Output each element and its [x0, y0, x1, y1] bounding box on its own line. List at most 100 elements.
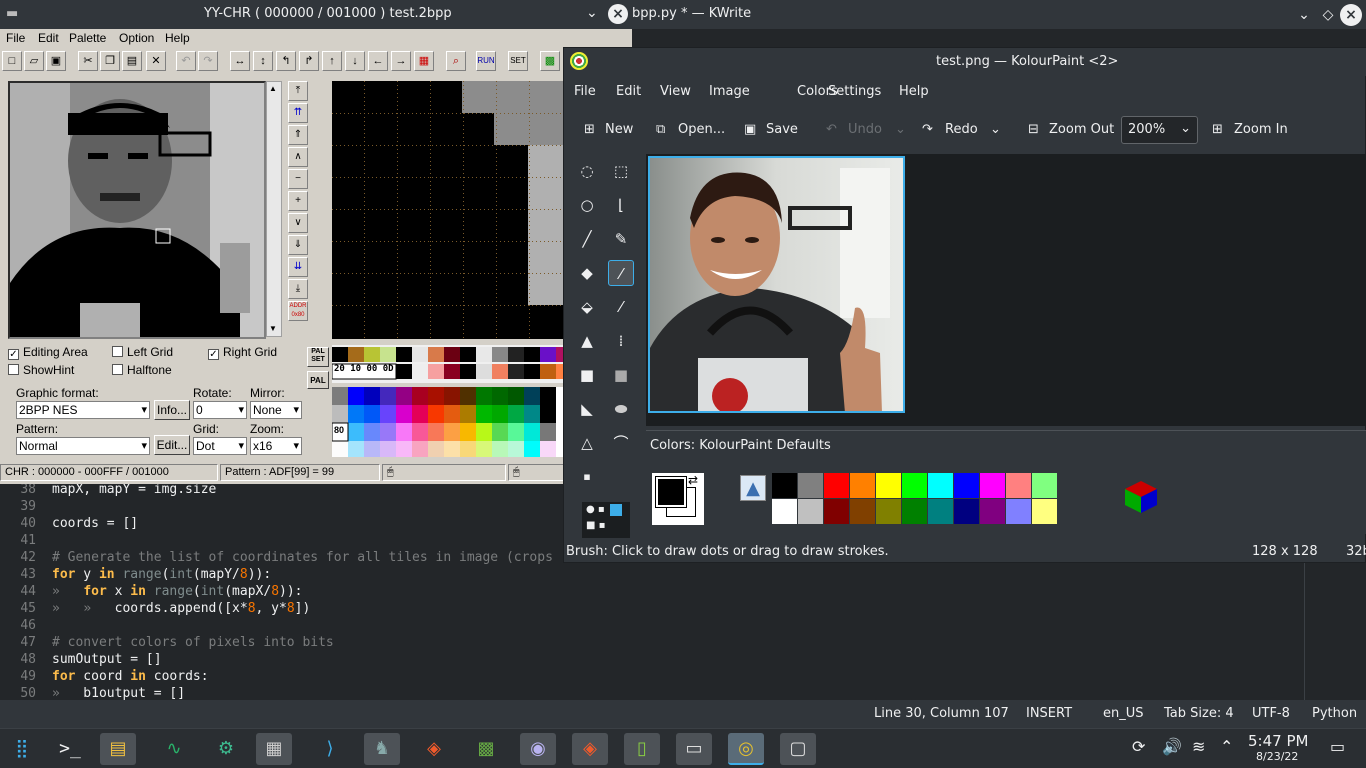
open-icon[interactable]: ⧉	[656, 122, 665, 137]
ellipse-icon[interactable]: ⬬	[608, 396, 634, 422]
color-box[interactable]: ⇄	[652, 473, 704, 525]
halftone-checkbox[interactable]: Halftone	[112, 363, 172, 377]
expand-tray-icon[interactable]: ⌃	[1220, 737, 1233, 756]
undo-icon[interactable]: ↶	[176, 51, 196, 71]
rotate-left-icon[interactable]: ↰	[276, 51, 296, 71]
system-monitor-icon[interactable]: ∿	[156, 733, 192, 765]
wifi-icon[interactable]: ≋	[1192, 737, 1205, 756]
line-down-icon[interactable]: ∨	[288, 213, 308, 233]
flip-horizontal-icon[interactable]: ↔	[230, 51, 250, 71]
mirror-select[interactable]: None	[250, 401, 302, 419]
clock-time[interactable]: 5:47 PM	[1248, 732, 1308, 750]
app-launcher-icon[interactable]: ⣿	[4, 733, 40, 765]
connected-lines-icon[interactable]: △	[574, 430, 600, 456]
new-button[interactable]: New	[605, 122, 633, 137]
page-up-fast-icon[interactable]: ⇈	[288, 103, 308, 123]
brush-shape-options[interactable]: ● ▪ ■ ▪	[582, 502, 630, 538]
maximize-icon[interactable]: ◇	[1318, 5, 1338, 25]
flip-vertical-icon[interactable]: ↕	[253, 51, 273, 71]
palette-color-cell[interactable]	[876, 473, 901, 498]
minecraft-icon[interactable]: ▩	[468, 733, 504, 765]
code-line[interactable]: 45 » » coords.append([x*8, y*8])	[0, 601, 1300, 618]
flood-fill-icon[interactable]: ⬙	[574, 294, 600, 320]
palette-color-cell[interactable]	[798, 499, 823, 524]
new-file-icon[interactable]: □	[2, 51, 22, 71]
zoom-in-button[interactable]: Zoom In	[1234, 122, 1288, 137]
menu-edit[interactable]: Edit	[38, 31, 59, 45]
package-manager-icon[interactable]: ▦	[256, 733, 292, 765]
palette-color-cell[interactable]	[954, 473, 979, 498]
brush-icon[interactable]: ⁄	[608, 260, 634, 286]
editing-area-checkbox[interactable]: ✓ Editing Area	[8, 345, 88, 360]
code-line[interactable]: 43 for y in range(int(mapY/8)):	[0, 567, 1300, 584]
first-page-icon[interactable]: ⤒	[288, 81, 308, 101]
minus-icon[interactable]: −	[288, 169, 308, 189]
last-page-icon[interactable]: ⤓	[288, 279, 308, 299]
page-down-icon[interactable]: ⇓	[288, 235, 308, 255]
cursor-position[interactable]: Line 30, Column 107	[874, 706, 1009, 721]
cut-icon[interactable]: ✂	[78, 51, 98, 71]
zoom-out-icon[interactable]: ⊟	[1028, 122, 1039, 137]
code-line[interactable]: 46	[0, 618, 1300, 635]
graphic-format-select[interactable]: 2BPP NES	[16, 401, 150, 419]
palette-color-cell[interactable]	[824, 473, 849, 498]
palette-color-cell[interactable]	[980, 499, 1005, 524]
zoom-combobox[interactable]: 200% ⌄	[1121, 116, 1198, 144]
app-icon[interactable]: ♞	[364, 733, 400, 765]
palette-color-cell[interactable]	[902, 499, 927, 524]
palette-color-cell[interactable]	[1006, 473, 1031, 498]
image-canvas[interactable]	[648, 156, 905, 413]
pal-colors[interactable]: 20 10 00 0D	[331, 345, 564, 383]
menu-file[interactable]: File	[574, 84, 596, 99]
ellipse-select-icon[interactable]: ○	[574, 192, 600, 218]
brave-browser-icon-2[interactable]: ◈	[572, 733, 608, 765]
palette-color-cell[interactable]	[1032, 473, 1057, 498]
palette-color-cell[interactable]	[850, 499, 875, 524]
minimize-icon[interactable]: ⌄	[586, 5, 598, 21]
redo-button[interactable]: Redo	[945, 122, 978, 137]
bookmark-set-icon[interactable]: SET	[508, 51, 528, 71]
palette-color-cell[interactable]	[850, 473, 875, 498]
color-replace-icon[interactable]: ▦	[414, 51, 434, 71]
vscode-icon[interactable]: ⟩	[312, 733, 348, 765]
github-desktop-icon[interactable]: ◉	[520, 733, 556, 765]
clock-date[interactable]: 8/23/22	[1256, 750, 1298, 763]
edit-pattern-button[interactable]: Edit...	[154, 435, 190, 455]
text-icon[interactable]: ⌊	[608, 192, 634, 218]
syntax-mode[interactable]: Python	[1312, 706, 1357, 721]
chip-icon[interactable]: ▭	[676, 733, 712, 765]
menu-palette[interactable]: Palette	[69, 31, 106, 45]
file-manager-icon[interactable]: ▤	[100, 733, 136, 765]
menu-option[interactable]: Option	[119, 31, 154, 45]
swap-colors-icon[interactable]: ⇄	[688, 473, 698, 487]
run-icon[interactable]: RUN	[476, 51, 496, 71]
shift-up-icon[interactable]: ↑	[322, 51, 342, 71]
code-line[interactable]: 48 sumOutput = []	[0, 652, 1300, 669]
shift-right-icon[interactable]: →	[391, 51, 411, 71]
menu-image[interactable]: Image	[709, 84, 750, 99]
encoding[interactable]: UTF-8	[1252, 706, 1290, 721]
open-folder-icon[interactable]: ▱	[24, 51, 44, 71]
spraycan-icon[interactable]: ⁞	[608, 328, 634, 354]
settings-icon[interactable]: ⚙	[208, 733, 244, 765]
input-mode[interactable]: INSERT	[1026, 706, 1072, 721]
menu-settings[interactable]: Settings	[828, 84, 881, 99]
undo-button[interactable]: Undo	[848, 122, 882, 137]
new-icon[interactable]: ⊞	[584, 122, 595, 137]
tab-size[interactable]: Tab Size: 4	[1164, 706, 1234, 721]
brave-browser-icon[interactable]: ◈	[416, 733, 452, 765]
chevron-down-icon[interactable]: ⌄	[990, 122, 1001, 137]
nes-palette-grid[interactable]: 80	[331, 387, 564, 457]
pen-icon[interactable]: ✎	[608, 226, 634, 252]
transparent-color-icon[interactable]: ▲	[740, 475, 766, 501]
open-button[interactable]: Open...	[678, 122, 725, 137]
close-icon[interactable]: ×	[608, 4, 628, 24]
menu-help[interactable]: Help	[899, 84, 929, 99]
palette-color-cell[interactable]	[980, 473, 1005, 498]
pattern-select[interactable]: Normal	[16, 437, 150, 455]
rectangle-icon[interactable]: ■	[574, 362, 600, 388]
scroll-down-icon[interactable]: ▼	[269, 324, 277, 333]
left-grid-checkbox[interactable]: Left Grid	[112, 345, 173, 359]
rounded-rectangle-icon[interactable]: ■	[608, 362, 634, 388]
kolourpaint-icon[interactable]: ◎	[728, 733, 764, 765]
